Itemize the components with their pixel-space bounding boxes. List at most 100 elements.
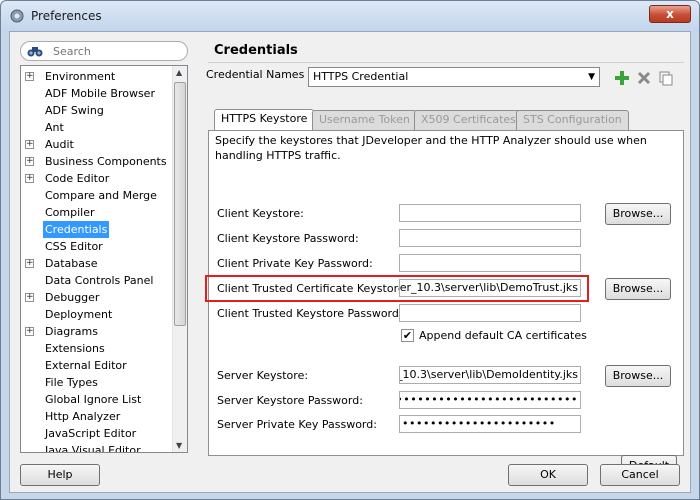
tree-item[interactable]: + Audit (21, 136, 173, 153)
tree-item[interactable]: File Types (21, 374, 173, 391)
tree-item[interactable]: Global Ignore List (21, 391, 173, 408)
tab-x509-certificates[interactable]: X509 Certificates (414, 110, 523, 130)
tree-item-label: Compare and Merge (45, 189, 157, 202)
tree-item[interactable]: ADF Swing (21, 102, 173, 119)
search-input[interactable] (53, 44, 181, 58)
server-keystore-label: Server Keystore: (217, 369, 309, 382)
client-trusted-keystore-field[interactable]: erver_10.3\server\lib\DemoTrust.jks (399, 279, 581, 297)
tree-item-label: Deployment (45, 308, 113, 321)
append-ca-checkbox[interactable]: ✔ (401, 329, 414, 342)
tree-item-label: Environment (45, 70, 116, 83)
title-divider (208, 62, 684, 63)
tree-item-label: External Editor (45, 359, 127, 372)
credential-names-select[interactable]: HTTPS Credential ▼ (308, 67, 600, 87)
tree-item[interactable]: CSS Editor (21, 238, 173, 255)
preferences-tree[interactable]: + Environment ADF Mobile Browser ADF Swing A… (20, 65, 188, 453)
tree-item[interactable]: JavaScript Editor (21, 425, 173, 442)
tree-item[interactable]: ADF Mobile Browser (21, 85, 173, 102)
ok-button[interactable]: OK (508, 464, 588, 486)
preferences-app-icon (10, 9, 24, 23)
server-keystore-browse-button[interactable]: Browse... (605, 365, 671, 387)
cancel-button[interactable]: Cancel (600, 464, 680, 486)
tree-item-label: Extensions (45, 342, 105, 355)
tree-item[interactable]: + Diagrams (21, 323, 173, 340)
scrollbar-thumb[interactable] (174, 82, 186, 326)
server-keystore-field[interactable]: /er_10.3\server\lib\DemoIdentity.jks (399, 366, 581, 384)
scroll-down-icon[interactable]: ▼ (176, 441, 182, 450)
tree-item[interactable]: Compare and Merge (21, 187, 173, 204)
client-private-key-password-label: Client Private Key Password: (217, 257, 373, 270)
credential-names-label: Credential Names (206, 68, 305, 81)
tree-item-label: Ant (45, 121, 64, 134)
tree-item[interactable]: Compiler (21, 204, 173, 221)
tree-item-label: Data Controls Panel (45, 274, 154, 287)
tree-item[interactable]: Java Visual Editor (21, 442, 173, 453)
tree-item-label: JavaScript Editor (45, 427, 137, 440)
tree-item-label: Java Visual Editor (45, 444, 141, 453)
server-keystore-password-field[interactable]: •••••••••••••••••••••••••••• (399, 391, 581, 409)
search-box[interactable] (20, 41, 188, 61)
tree-item-label: Global Ignore List (45, 393, 142, 406)
expand-icon[interactable]: + (25, 157, 34, 166)
tree-item-label: File Types (45, 376, 98, 389)
tree-scrollbar[interactable]: ▲ ▼ (172, 66, 187, 452)
tree-item[interactable]: Deployment (21, 306, 173, 323)
tree-item-label: Code Editor (45, 172, 110, 185)
tree-item-label: ADF Swing (45, 104, 104, 117)
chevron-down-icon[interactable]: ▼ (588, 68, 595, 86)
client-keystore-browse-button[interactable]: Browse... (605, 203, 671, 225)
expand-icon[interactable]: + (25, 72, 34, 81)
tree-item[interactable]: Ant (21, 119, 173, 136)
append-ca-label: Append default CA certificates (419, 329, 587, 342)
tab-https-keystore[interactable]: HTTPS Keystore (214, 109, 315, 131)
tree-item[interactable]: + Database (21, 255, 173, 272)
copy-icon[interactable] (658, 70, 674, 86)
tree-item-label: Compiler (45, 206, 95, 219)
keystore-description: Specify the keystores that JDeveloper an… (215, 134, 647, 162)
close-icon: x (666, 7, 674, 21)
tree-item-label: CSS Editor (45, 240, 103, 253)
client-keystore-field[interactable] (399, 204, 581, 222)
dialog-body: + Environment ADF Mobile Browser ADF Swing A… (9, 31, 691, 493)
client-keystore-password-label: Client Keystore Password: (217, 232, 359, 245)
tree-item-label: Database (45, 257, 98, 270)
tree-item-label: Credentials (43, 221, 110, 238)
tree-item-label: ADF Mobile Browser (45, 87, 155, 100)
delete-icon[interactable] (636, 70, 652, 86)
expand-icon[interactable]: + (25, 140, 34, 149)
tree-item[interactable]: Http Analyzer (21, 408, 173, 425)
expand-icon[interactable]: + (25, 293, 34, 302)
client-trusted-browse-button[interactable]: Browse... (605, 278, 671, 300)
client-private-key-password-field[interactable] (399, 254, 581, 272)
tree-item[interactable]: External Editor (21, 357, 173, 374)
tab-username-token[interactable]: Username Token (312, 110, 417, 130)
expand-icon[interactable]: + (25, 259, 34, 268)
tree-item[interactable]: + Business Components (21, 153, 173, 170)
tree-item[interactable]: Extensions (21, 340, 173, 357)
credential-tabs: HTTPS Keystore Username Token X509 Certi… (208, 109, 678, 131)
expand-icon[interactable]: + (25, 327, 34, 336)
window-title: Preferences (31, 9, 102, 23)
tree-item[interactable]: Data Controls Panel (21, 272, 173, 289)
credential-selected-value: HTTPS Credential (313, 70, 409, 83)
client-trusted-keystore-password-label: Client Trusted Keystore Password: (217, 307, 403, 320)
tree-item[interactable]: Credentials (21, 221, 173, 238)
client-trusted-keystore-password-field[interactable] (399, 304, 581, 322)
close-button[interactable]: x (649, 5, 691, 23)
client-keystore-password-field[interactable] (399, 229, 581, 247)
tree-item[interactable]: + Debugger (21, 289, 173, 306)
tab-sts-configuration[interactable]: STS Configuration (516, 110, 629, 130)
tree-item[interactable]: + Environment (21, 68, 173, 85)
client-keystore-label: Client Keystore: (217, 207, 304, 220)
server-keystore-value: /er_10.3\server\lib\DemoIdentity.jks (399, 368, 578, 381)
server-private-key-password-value: •••••••••••••••••••••• (402, 417, 556, 430)
help-button[interactable]: Help (20, 464, 100, 486)
tree-item[interactable]: + Code Editor (21, 170, 173, 187)
expand-icon[interactable]: + (25, 174, 34, 183)
server-private-key-password-field[interactable]: •••••••••••••••••••••• (399, 415, 581, 433)
add-icon[interactable] (614, 70, 630, 86)
title-bar[interactable]: Preferences x (1, 1, 699, 31)
scroll-up-icon[interactable]: ▲ (176, 68, 182, 77)
tree-item-label: Http Analyzer (45, 410, 121, 423)
tree-item-label: Audit (45, 138, 74, 151)
